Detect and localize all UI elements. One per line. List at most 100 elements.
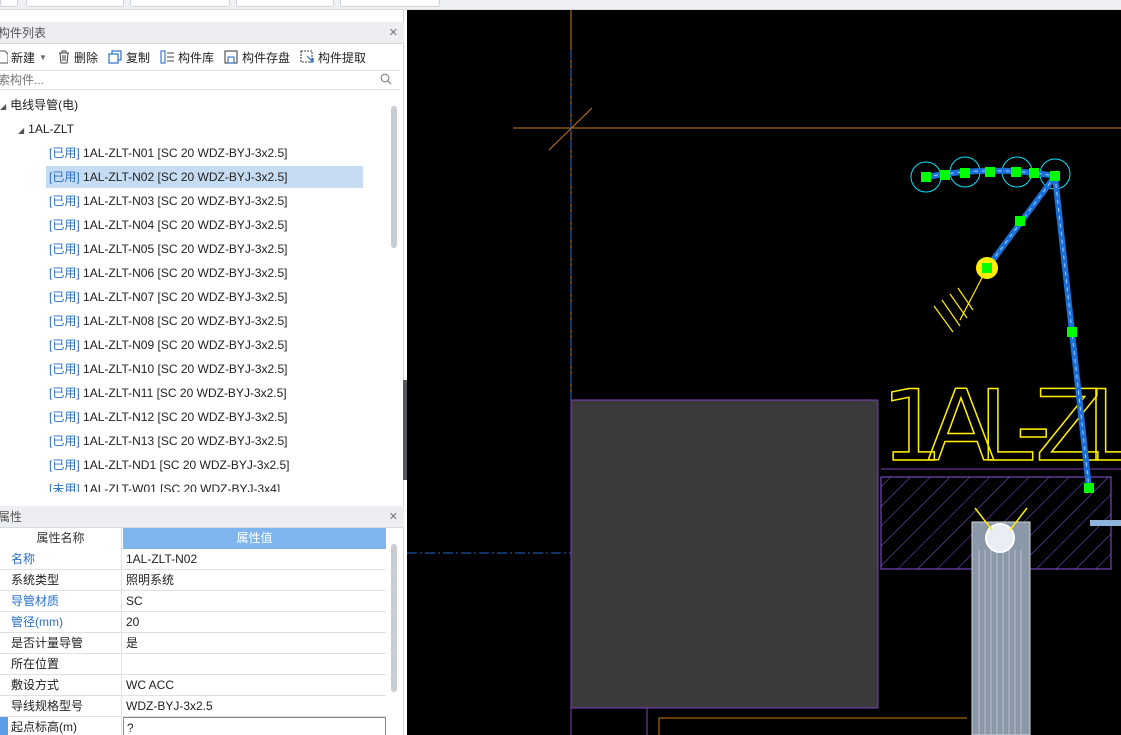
save-button-label: 构件存盘 — [241, 50, 290, 65]
delete-button[interactable]: 删除 — [57, 49, 98, 66]
chevron-down-icon[interactable]: ▼ — [39, 53, 47, 62]
extract-icon — [300, 50, 314, 63]
tree-group[interactable]: ◢ 1AL-ZLT — [18, 118, 74, 140]
property-value[interactable]: 照明系统 — [123, 570, 386, 591]
library-icon — [160, 50, 174, 64]
delete-icon — [58, 50, 69, 64]
tree-item-label: 1AL-ZLT-W01 [SC 20 WDZ-BYJ-3x4] — [83, 482, 281, 492]
component-toolbar: 新建 ▼ 删除 复制 构件库 构件存盘 构件提取 — [0, 44, 404, 70]
tree-item-status: [已用] — [49, 434, 80, 448]
top-strip-segment[interactable] — [0, 0, 18, 7]
new-button-label: 新建 — [11, 50, 36, 65]
property-name: 所在位置 — [0, 654, 122, 675]
tree-item[interactable]: [已用] 1AL-ZLT-N08 [SC 20 WDZ-BYJ-3x2.5] — [46, 310, 363, 332]
property-value[interactable]: ? — [123, 717, 386, 735]
extract-button-label: 构件提取 — [318, 50, 367, 65]
tree-scrollbar[interactable] — [391, 106, 397, 248]
tree-item-status: [已用] — [49, 410, 80, 424]
tree-item[interactable]: [已用] 1AL-ZLT-N13 [SC 20 WDZ-BYJ-3x2.5] — [46, 430, 363, 452]
copy-icon — [108, 50, 122, 64]
property-name: 导线规格型号 — [0, 696, 122, 717]
tree-item[interactable]: [未用] 1AL-ZLT-W01 [SC 20 WDZ-BYJ-3x4] — [46, 478, 363, 492]
property-row[interactable]: 管径(mm) 20 — [0, 612, 386, 633]
property-row[interactable]: 是否计量导管是 — [0, 633, 386, 654]
property-row[interactable]: 敷设方式 WC ACC — [0, 675, 386, 696]
property-value[interactable]: WC ACC — [123, 675, 386, 696]
property-name: 是否计量导管 — [0, 633, 122, 654]
tree-item[interactable]: [已用] 1AL-ZLT-N01 [SC 20 WDZ-BYJ-3x2.5] — [46, 142, 363, 164]
component-list-header: 构件列表 ✕ — [0, 22, 404, 44]
property-value[interactable]: 1AL-ZLT-N02 — [123, 549, 386, 570]
properties-header: 属性 ✕ — [0, 506, 404, 528]
new-button[interactable]: 新建 ▼ — [0, 49, 47, 66]
chevron-down-icon[interactable]: ◢ — [0, 102, 6, 111]
tree-item-status: [未用] — [49, 482, 80, 492]
copy-button[interactable]: 复制 — [108, 49, 150, 66]
property-name: 管径(mm) — [0, 612, 122, 633]
tree-item[interactable]: [已用] 1AL-ZLT-N11 [SC 20 WDZ-BYJ-3x2.5] — [46, 382, 363, 404]
save-button[interactable]: 构件存盘 — [224, 49, 290, 66]
tree-item-status: [已用] — [49, 170, 80, 184]
property-value[interactable] — [123, 654, 386, 675]
delete-button-label: 删除 — [73, 50, 98, 65]
tree-item-label: 1AL-ZLT-N04 [SC 20 WDZ-BYJ-3x2.5] — [83, 218, 288, 232]
property-row[interactable]: 所在位置 — [0, 654, 386, 675]
property-name: 名称 — [0, 549, 122, 570]
switch-lines — [933, 267, 988, 333]
tree-item[interactable]: [已用] 1AL-ZLT-N12 [SC 20 WDZ-BYJ-3x2.5] — [46, 406, 363, 428]
tree-item-status: [已用] — [49, 218, 80, 232]
save-icon — [224, 50, 238, 64]
tree-item[interactable]: [已用] 1AL-ZLT-N10 [SC 20 WDZ-BYJ-3x2.5] — [46, 358, 363, 380]
tree-item[interactable]: [已用] 1AL-ZLT-N07 [SC 20 WDZ-BYJ-3x2.5] — [46, 286, 363, 308]
drawing-canvas[interactable]: 1AL-ZL — [407, 10, 1121, 735]
tree-group-label: 1AL-ZLT — [28, 122, 74, 136]
tree-item-status: [已用] — [49, 314, 80, 328]
tree-item-status: [已用] — [49, 194, 80, 208]
tree-item[interactable]: [已用] 1AL-ZLT-N05 [SC 20 WDZ-BYJ-3x2.5] — [46, 238, 363, 260]
property-row[interactable]: 导管材质 SC — [0, 591, 386, 612]
property-row[interactable]: 名称 1AL-ZLT-N02 — [0, 549, 386, 570]
property-value[interactable]: WDZ-BYJ-3x2.5 — [123, 696, 386, 717]
tree-root[interactable]: ◢ 电线导管(电) — [0, 94, 78, 116]
properties-scrollbar[interactable] — [391, 544, 397, 692]
search-icon[interactable] — [380, 73, 392, 85]
property-value[interactable]: SC — [123, 591, 386, 612]
tree-item-label: 1AL-ZLT-N12 [SC 20 WDZ-BYJ-3x2.5] — [83, 410, 288, 424]
tree-item[interactable]: [已用] 1AL-ZLT-N04 [SC 20 WDZ-BYJ-3x2.5] — [46, 214, 363, 236]
library-button[interactable]: 构件库 — [160, 49, 214, 66]
tree-item-status: [已用] — [49, 386, 80, 400]
property-row[interactable]: 起点标高(m)? — [0, 717, 386, 735]
property-name-header: 属性名称 — [0, 528, 122, 549]
tree-item[interactable]: [已用] 1AL-ZLT-ND1 [SC 20 WDZ-BYJ-3x2.5] — [46, 454, 363, 476]
tree-item[interactable]: [已用] 1AL-ZLT-N06 [SC 20 WDZ-BYJ-3x2.5] — [46, 262, 363, 284]
search-input[interactable] — [0, 71, 356, 89]
tree-item-status: [已用] — [49, 266, 80, 280]
tree-item-label: 1AL-ZLT-N06 [SC 20 WDZ-BYJ-3x2.5] — [83, 266, 288, 280]
tree-item-label: 1AL-ZLT-N03 [SC 20 WDZ-BYJ-3x2.5] — [83, 194, 288, 208]
column-block — [570, 399, 879, 709]
top-strip-segment[interactable] — [130, 0, 230, 7]
tree-item-status: [已用] — [49, 146, 80, 160]
tree-item-label: 1AL-ZLT-N01 [SC 20 WDZ-BYJ-3x2.5] — [83, 146, 288, 160]
top-strip-segment[interactable] — [340, 0, 440, 7]
tree-item[interactable]: [已用] 1AL-ZLT-N03 [SC 20 WDZ-BYJ-3x2.5] — [46, 190, 363, 212]
copy-button-label: 复制 — [125, 50, 150, 65]
tree-item-status: [已用] — [49, 290, 80, 304]
close-icon[interactable]: ✕ — [389, 22, 398, 44]
property-name: 导管材质 — [0, 591, 122, 612]
top-strip-segment[interactable] — [26, 0, 124, 7]
tree-item[interactable]: [已用] 1AL-ZLT-N09 [SC 20 WDZ-BYJ-3x2.5] — [46, 334, 363, 356]
tree-item-status: [已用] — [49, 362, 80, 376]
extract-button[interactable]: 构件提取 — [300, 49, 366, 66]
properties-title: 属性 — [0, 510, 23, 524]
close-icon[interactable]: ✕ — [389, 506, 398, 528]
property-value[interactable]: 20 — [123, 612, 386, 633]
chevron-down-icon[interactable]: ◢ — [18, 126, 24, 135]
tree-item[interactable]: [已用] 1AL-ZLT-N02 [SC 20 WDZ-BYJ-3x2.5] — [46, 166, 363, 188]
property-value[interactable]: 是 — [123, 633, 386, 654]
top-strip-segment[interactable] — [236, 0, 334, 7]
property-value-header: 属性值 — [123, 528, 386, 549]
tree-root-label: 电线导管(电) — [10, 98, 79, 112]
property-row[interactable]: 系统类型 照明系统 — [0, 570, 386, 591]
property-row[interactable]: 导线规格型号 WDZ-BYJ-3x2.5 — [0, 696, 386, 717]
